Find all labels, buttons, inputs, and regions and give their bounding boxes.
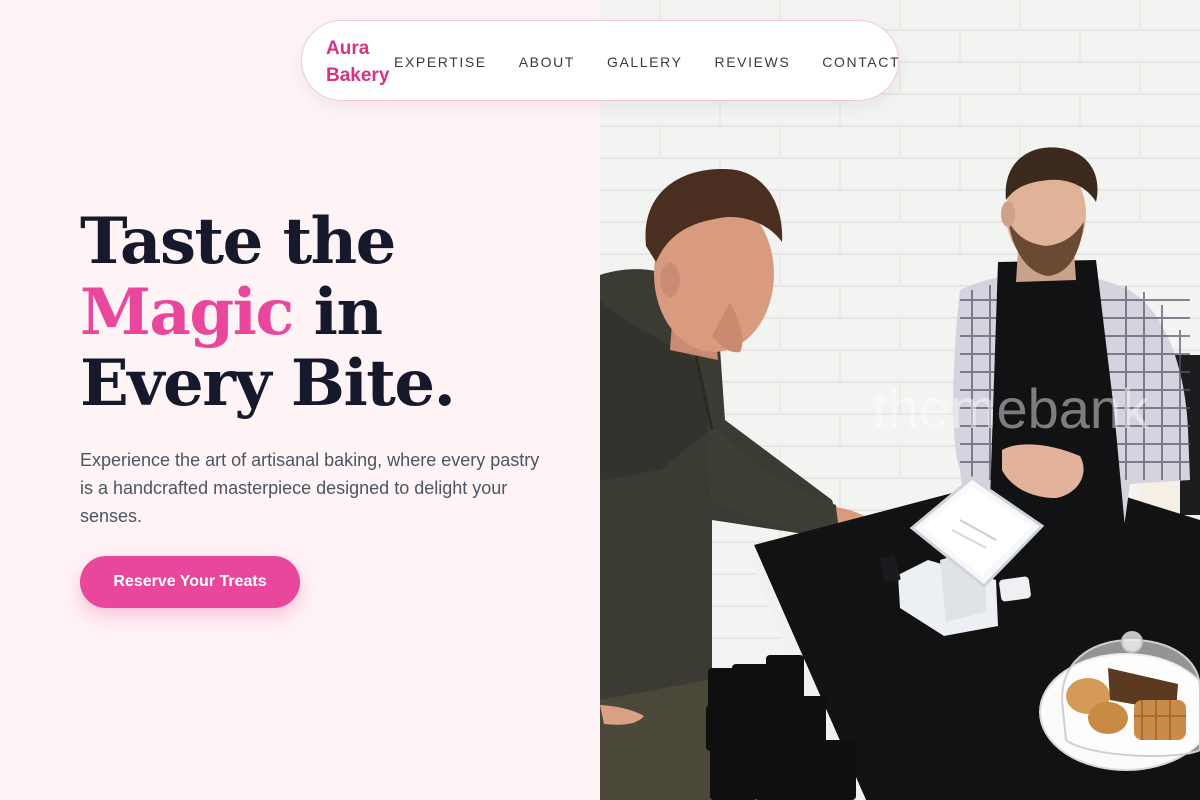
headline-line-2-rest: in bbox=[292, 275, 383, 350]
headline-accent-word: Magic bbox=[80, 275, 294, 350]
nav-link-reviews[interactable]: REVIEWS bbox=[715, 54, 791, 70]
photo-watermark: themebank bbox=[872, 377, 1150, 440]
nav-link-contact[interactable]: CONTACT bbox=[822, 54, 900, 70]
hero-headline: Taste the Magic in Every Bite. bbox=[80, 204, 456, 421]
hero-section: Taste the Magic in Every Bite. Experienc… bbox=[0, 0, 600, 800]
top-navbar: Aura Bakery EXPERTISE ABOUT GALLERY REVI… bbox=[301, 20, 899, 101]
headline-line-3: Every Bite. bbox=[80, 346, 456, 421]
hero-photo: themebank bbox=[600, 0, 1200, 800]
nav-link-gallery[interactable]: GALLERY bbox=[607, 54, 683, 70]
bakery-counter-photo: themebank bbox=[600, 0, 1200, 800]
headline-line-2: Magic in bbox=[80, 277, 454, 348]
nav-link-expertise[interactable]: EXPERTISE bbox=[394, 54, 487, 70]
landing-page: Taste the Magic in Every Bite. Experienc… bbox=[0, 0, 1200, 800]
reserve-treats-button[interactable]: Reserve Your Treats bbox=[80, 556, 300, 608]
hero-subtext: Experience the art of artisanal baking, … bbox=[80, 450, 540, 526]
nav-links: EXPERTISE ABOUT GALLERY REVIEWS CONTACT bbox=[394, 21, 900, 102]
nav-link-about[interactable]: ABOUT bbox=[519, 54, 575, 70]
headline-line-1: Taste the bbox=[80, 204, 396, 279]
